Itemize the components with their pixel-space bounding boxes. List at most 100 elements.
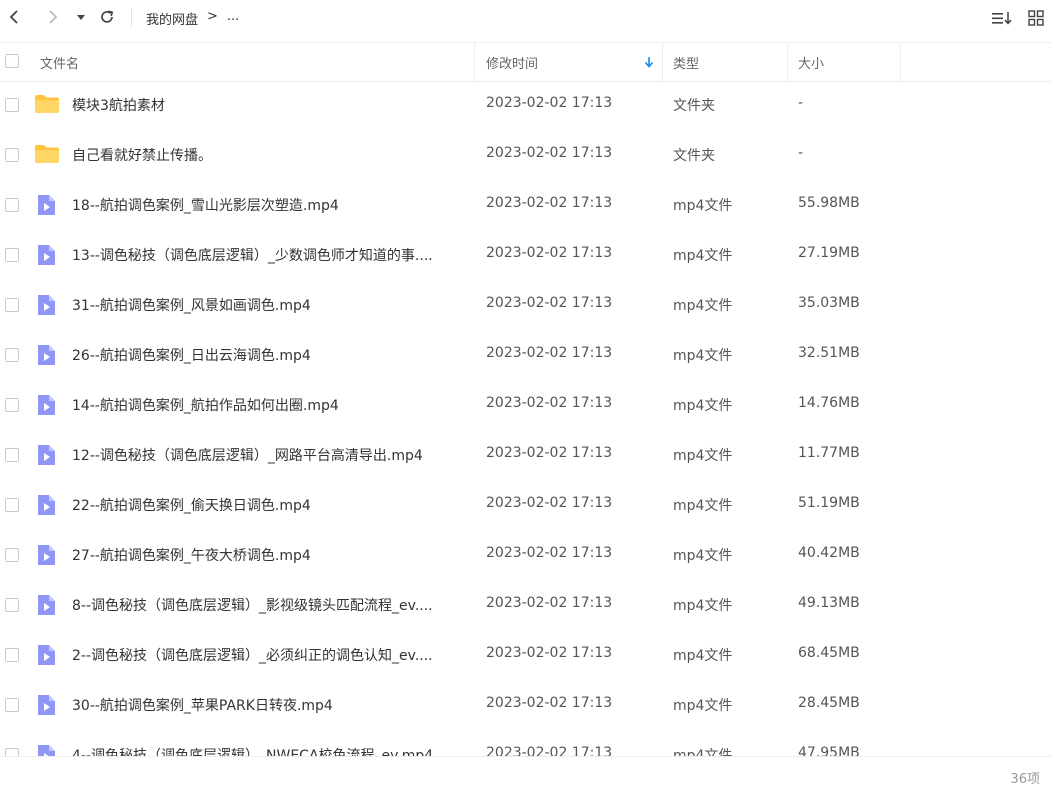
row-checkbox[interactable] [5, 98, 19, 112]
file-size: 32.51MB [798, 345, 860, 361]
file-row[interactable]: 31--航拍调色案例_风景如画调色.mp4 2023-02-02 17:13 mp4… [0, 280, 1051, 330]
file-size: 55.98MB [798, 195, 860, 211]
breadcrumb-separator: > [207, 9, 218, 24]
grid-view-button[interactable] [1024, 6, 1048, 30]
file-size: 47.95MB [798, 745, 860, 756]
file-type: 文件夹 [673, 148, 715, 164]
file-row[interactable]: 自己看就好禁止传播。 2023-02-02 17:13 文件夹 - [0, 130, 1051, 180]
file-size: 27.19MB [798, 245, 860, 261]
file-name[interactable]: 模块3航拍素材 [72, 95, 165, 115]
row-checkbox[interactable] [5, 248, 19, 262]
header-size[interactable]: 大小 [798, 53, 824, 72]
row-checkbox[interactable] [5, 348, 19, 362]
file-name[interactable]: 14--航拍调色案例_航拍作品如何出圈.mp4 [72, 395, 339, 415]
history-dropdown-button[interactable] [70, 6, 92, 28]
refresh-button[interactable] [96, 6, 118, 28]
row-checkbox[interactable] [5, 148, 19, 162]
file-row[interactable]: 模块3航拍素材 2023-02-02 17:13 文件夹 - [0, 80, 1051, 130]
file-size: 68.45MB [798, 645, 860, 661]
file-modified-time: 2023-02-02 17:13 [486, 395, 613, 411]
file-row[interactable]: 4--调色秘技（调色底层逻辑）_NWECA校色流程_ev.mp4 2023-02-… [0, 730, 1051, 756]
file-modified-time: 2023-02-02 17:13 [486, 745, 613, 756]
row-checkbox[interactable] [5, 648, 19, 662]
row-checkbox[interactable] [5, 748, 19, 756]
file-row[interactable]: 8--调色秘技（调色底层逻辑）_影视级镜头匹配流程_ev.... 2023-02-… [0, 580, 1051, 630]
header-type[interactable]: 类型 [673, 53, 699, 72]
file-name[interactable]: 31--航拍调色案例_风景如画调色.mp4 [72, 295, 311, 315]
file-name[interactable]: 18--航拍调色案例_雪山光影层次塑造.mp4 [72, 195, 339, 215]
row-checkbox[interactable] [5, 198, 19, 212]
file-type: mp4文件 [673, 498, 733, 514]
column-divider[interactable] [662, 43, 663, 81]
file-modified-time: 2023-02-02 17:13 [486, 595, 613, 611]
file-type: mp4文件 [673, 698, 733, 714]
column-divider[interactable] [900, 43, 901, 81]
header-name[interactable]: 文件名 [40, 53, 79, 72]
file-row[interactable]: 14--航拍调色案例_航拍作品如何出圈.mp4 2023-02-02 17:13 m… [0, 380, 1051, 430]
file-row[interactable]: 26--航拍调色案例_日出云海调色.mp4 2023-02-02 17:13 mp4… [0, 330, 1051, 380]
arrow-down-icon[interactable] [644, 56, 654, 68]
video-file-icon [34, 244, 60, 266]
column-divider[interactable] [474, 43, 475, 81]
breadcrumb-ellipsis[interactable]: ... [227, 9, 239, 28]
file-row[interactable]: 13--调色秘技（调色底层逻辑）_少数调色师才知道的事.... 2023-02-0… [0, 230, 1051, 280]
file-name[interactable]: 12--调色秘技（调色底层逻辑）_网路平台高清导出.mp4 [72, 445, 423, 465]
breadcrumb-root[interactable]: 我的网盘 [146, 9, 198, 28]
row-checkbox[interactable] [5, 448, 19, 462]
file-row[interactable]: 22--航拍调色案例_偷天换日调色.mp4 2023-02-02 17:13 mp4… [0, 480, 1051, 530]
file-name[interactable]: 30--航拍调色案例_苹果PARK日转夜.mp4 [72, 695, 333, 715]
select-all-checkbox[interactable] [5, 54, 19, 68]
file-name[interactable]: 8--调色秘技（调色底层逻辑）_影视级镜头匹配流程_ev.... [72, 595, 433, 615]
row-checkbox[interactable] [5, 698, 19, 712]
chevron-right-icon [49, 10, 58, 24]
file-row[interactable]: 18--航拍调色案例_雪山光影层次塑造.mp4 2023-02-02 17:13 m… [0, 180, 1051, 230]
chevron-left-icon [9, 10, 18, 24]
file-row[interactable]: 12--调色秘技（调色底层逻辑）_网路平台高清导出.mp4 2023-02-02 … [0, 430, 1051, 480]
file-name[interactable]: 自己看就好禁止传播。 [72, 145, 212, 165]
folder-icon [34, 94, 60, 116]
file-type: mp4文件 [673, 548, 733, 564]
refresh-icon [101, 10, 114, 23]
file-size: 51.19MB [798, 495, 860, 511]
item-count: 36项 [1010, 772, 1040, 787]
header-modified-time[interactable]: 修改时间 [486, 53, 538, 72]
view-tools [990, 6, 1051, 30]
file-name[interactable]: 4--调色秘技（调色底层逻辑）_NWECA校色流程_ev.mp4 [72, 745, 433, 756]
row-checkbox[interactable] [5, 598, 19, 612]
sort-order-button[interactable] [990, 6, 1014, 30]
file-type: mp4文件 [673, 198, 733, 214]
file-name[interactable]: 22--航拍调色案例_偷天换日调色.mp4 [72, 495, 311, 515]
file-type: mp4文件 [673, 248, 733, 264]
breadcrumb: 我的网盘 > ... [146, 9, 239, 28]
video-file-icon [34, 294, 60, 316]
file-modified-time: 2023-02-02 17:13 [486, 245, 613, 261]
file-row[interactable]: 2--调色秘技（调色底层逻辑）_必须纠正的调色认知_ev.... 2023-02-… [0, 630, 1051, 680]
forward-button[interactable] [42, 6, 64, 28]
file-modified-time: 2023-02-02 17:13 [486, 695, 613, 711]
file-row[interactable]: 30--航拍调色案例_苹果PARK日转夜.mp4 2023-02-02 17:13… [0, 680, 1051, 730]
file-size: 49.13MB [798, 595, 860, 611]
file-modified-time: 2023-02-02 17:13 [486, 445, 613, 461]
file-row[interactable]: 27--航拍调色案例_午夜大桥调色.mp4 2023-02-02 17:13 mp4… [0, 530, 1051, 580]
file-modified-time: 2023-02-02 17:13 [486, 145, 613, 161]
row-checkbox[interactable] [5, 298, 19, 312]
video-file-icon [34, 644, 60, 666]
file-name[interactable]: 2--调色秘技（调色底层逻辑）_必须纠正的调色认知_ev.... [72, 645, 433, 665]
file-type: 文件夹 [673, 98, 715, 114]
row-checkbox[interactable] [5, 498, 19, 512]
caret-down-icon [77, 15, 85, 20]
row-checkbox[interactable] [5, 398, 19, 412]
video-file-icon [34, 444, 60, 466]
file-size: - [798, 95, 804, 111]
file-type: mp4文件 [673, 648, 733, 664]
column-divider[interactable] [787, 43, 788, 81]
file-name[interactable]: 13--调色秘技（调色底层逻辑）_少数调色师才知道的事.... [72, 245, 433, 265]
video-file-icon [34, 194, 60, 216]
back-button[interactable] [3, 6, 25, 28]
file-name[interactable]: 27--航拍调色案例_午夜大桥调色.mp4 [72, 545, 311, 565]
file-name[interactable]: 26--航拍调色案例_日出云海调色.mp4 [72, 345, 311, 365]
video-file-icon [34, 494, 60, 516]
file-type: mp4文件 [673, 348, 733, 364]
row-checkbox[interactable] [5, 548, 19, 562]
file-modified-time: 2023-02-02 17:13 [486, 495, 613, 511]
